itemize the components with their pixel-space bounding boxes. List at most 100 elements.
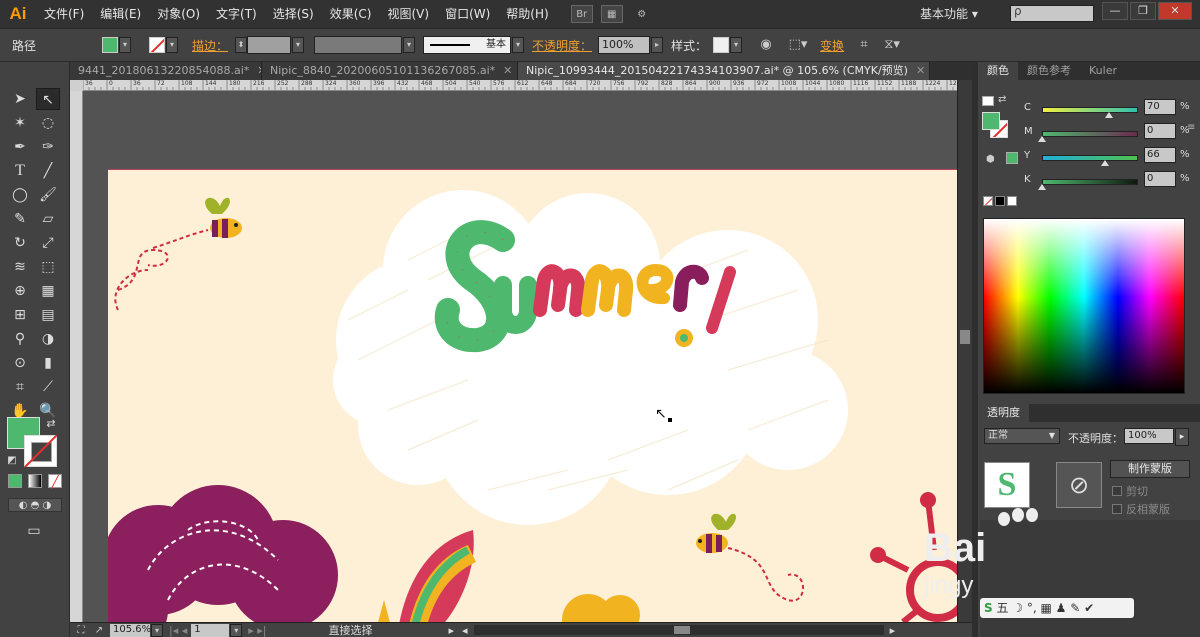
artboard-nav-icon[interactable]: ⛶ [74, 624, 88, 637]
paintbrush-tool-icon[interactable]: 🖌 [36, 184, 60, 206]
graphic-style-dropdown[interactable]: ▾ [730, 37, 743, 53]
mesh-tool-icon[interactable]: ⊞ [8, 304, 32, 326]
scroll-right-arrow[interactable]: ▸ [890, 624, 896, 637]
screen-mode-icon[interactable]: ▭ [22, 520, 46, 542]
menu-help[interactable]: 帮助(H) [498, 0, 556, 28]
perspective-grid-tool-icon[interactable]: ▦ [36, 280, 60, 302]
menu-type[interactable]: 文字(T) [208, 0, 265, 28]
horizontal-scrollbar[interactable] [473, 625, 884, 635]
horizontal-scrollbar-thumb[interactable] [673, 626, 690, 634]
stroke-weight-dropdown[interactable]: ▾ [292, 37, 305, 53]
direct-selection-tool-icon[interactable]: ↖ [36, 88, 60, 110]
ellipse-tool-icon[interactable]: ◯ [8, 184, 32, 206]
variable-width-dropdown[interactable]: ▾ [403, 37, 416, 53]
tab-color-guide[interactable]: 颜色参考 [1018, 62, 1080, 80]
slice-tool-icon[interactable]: ⟋ [36, 376, 60, 398]
clip-checkbox[interactable] [1112, 486, 1122, 496]
free-transform-tool-icon[interactable]: ⬚ [36, 256, 60, 278]
menu-select[interactable]: 选择(S) [265, 0, 322, 28]
pencil-tool-icon[interactable]: ✎ [8, 208, 32, 230]
fill-dropdown[interactable]: ▾ [119, 37, 131, 53]
opacity-label[interactable]: 不透明度： [532, 37, 592, 54]
black-slider-thumb[interactable] [1038, 184, 1046, 190]
close-icon[interactable]: ✕ [503, 64, 512, 77]
isolate-group-icon[interactable]: ⌗ [854, 36, 874, 54]
black-value[interactable]: 0 [1144, 171, 1176, 187]
tab-kuler[interactable]: Kuler [1080, 62, 1126, 80]
minimize-button[interactable]: — [1102, 2, 1128, 20]
gradient-mode-icon[interactable] [28, 474, 42, 488]
yellow-slider[interactable] [1042, 155, 1138, 161]
transparency-opacity-arrow[interactable]: ▸ [1175, 428, 1189, 446]
menu-window[interactable]: 窗口(W) [437, 0, 498, 28]
first-artboard-icon[interactable]: |◂ ◂ [169, 624, 187, 637]
panel-menu-icon[interactable]: ≡ [1187, 122, 1195, 133]
rotate-view-icon[interactable]: ↗ [92, 624, 106, 637]
help-search-input[interactable]: ρ [1010, 4, 1094, 22]
artboard[interactable] [108, 169, 957, 622]
yellow-value[interactable]: 66 [1144, 147, 1176, 163]
zoom-field[interactable]: 105.6% [110, 623, 151, 637]
vertical-ruler[interactable] [70, 91, 83, 622]
yellow-slider-thumb[interactable] [1101, 160, 1109, 166]
selection-tool-icon[interactable]: ➤ [8, 88, 32, 110]
restore-button[interactable]: ❐ [1130, 2, 1156, 20]
menu-effect[interactable]: 效果(C) [322, 0, 380, 28]
shape-builder-tool-icon[interactable]: ⊕ [8, 280, 32, 302]
ruler-origin[interactable] [70, 80, 83, 91]
panel-fill-box[interactable] [982, 112, 1000, 130]
magenta-value[interactable]: 0 [1144, 123, 1176, 139]
transform-link[interactable]: 变换 [820, 37, 844, 54]
artboard-number-field[interactable]: 1 [191, 623, 230, 637]
recolor-artwork-icon[interactable]: ◉ [756, 36, 776, 54]
white-swatch[interactable] [1007, 196, 1017, 206]
scale-tool-icon[interactable]: ⤢ [36, 232, 60, 254]
document-tab-3[interactable]: Nipic_10993444_20150422174334103907.ai* … [518, 62, 930, 80]
stroke-weight-field[interactable] [247, 36, 292, 54]
blend-mode-select[interactable]: 正常 ▼ [984, 428, 1060, 444]
fill-swatch[interactable] [102, 37, 118, 53]
menu-object[interactable]: 对象(O) [149, 0, 208, 28]
menu-edit[interactable]: 编辑(E) [92, 0, 149, 28]
stroke-weight-label[interactable]: 描边： [192, 37, 228, 54]
variable-width-profile[interactable] [314, 36, 403, 54]
eraser-tool-icon[interactable]: ▱ [36, 208, 60, 230]
none-swatch[interactable] [983, 196, 993, 206]
menu-view[interactable]: 视图(V) [379, 0, 437, 28]
gpu-performance-icon[interactable]: ⚙ [631, 5, 653, 23]
document-tab-1[interactable]: 9441_20180613220854088.ai*✕ [70, 62, 262, 80]
none-mode-icon[interactable]: ╱ [48, 474, 62, 489]
type-tool-icon[interactable]: T [8, 160, 32, 182]
scroll-left-arrow[interactable]: ◂ [462, 624, 468, 637]
close-icon[interactable]: ✕ [916, 64, 925, 77]
swap-fill-stroke-icon[interactable]: ⇄ [44, 413, 58, 435]
invert-mask-checkbox[interactable] [1112, 504, 1122, 514]
stroke-swatch[interactable] [149, 37, 165, 53]
brush-dropdown[interactable]: ▾ [512, 37, 525, 53]
object-thumbnail[interactable]: S [984, 462, 1030, 508]
default-fill-stroke-icon[interactable]: ◩ [5, 454, 19, 468]
status-menu-arrow[interactable]: ▸ [449, 624, 455, 637]
cyan-value[interactable]: 70 [1144, 99, 1176, 115]
warp-tool-icon[interactable]: ≋ [8, 256, 32, 278]
transparency-opacity-field[interactable]: 100% [1124, 428, 1174, 444]
tab-transparency[interactable]: 透明度 [978, 404, 1029, 422]
opacity-arrow[interactable]: ▸ [651, 37, 664, 53]
vertical-scrollbar-thumb[interactable] [960, 330, 970, 344]
horizontal-ruler[interactable]: 36 0 36 72 108 144 180 216 252 288 324 360 396 432 468… [83, 80, 957, 91]
envelope-icon[interactable]: ⧖▾ [882, 36, 902, 54]
color-spectrum[interactable] [983, 218, 1185, 394]
cyan-slider-thumb[interactable] [1105, 112, 1113, 118]
workspace-switcher[interactable]: 基本功能 ▾ [920, 0, 978, 28]
zoom-dropdown[interactable]: ▾ [151, 623, 163, 637]
arrange-documents-icon[interactable]: ▦ [600, 5, 623, 23]
line-tool-icon[interactable]: ╱ [36, 160, 60, 182]
eyedropper-tool-icon[interactable]: ⚲ [8, 328, 32, 350]
rotate-tool-icon[interactable]: ↻ [8, 232, 32, 254]
last-artboard-icon[interactable]: ▸ ▸| [248, 624, 266, 637]
stroke-dropdown[interactable]: ▾ [166, 37, 178, 53]
artboard-number-dropdown[interactable]: ▾ [230, 623, 243, 637]
opacity-field[interactable]: 100% [598, 36, 651, 54]
pen-tool-icon[interactable]: ✒ [8, 136, 32, 158]
canvas-area[interactable]: ↖ [83, 91, 957, 622]
